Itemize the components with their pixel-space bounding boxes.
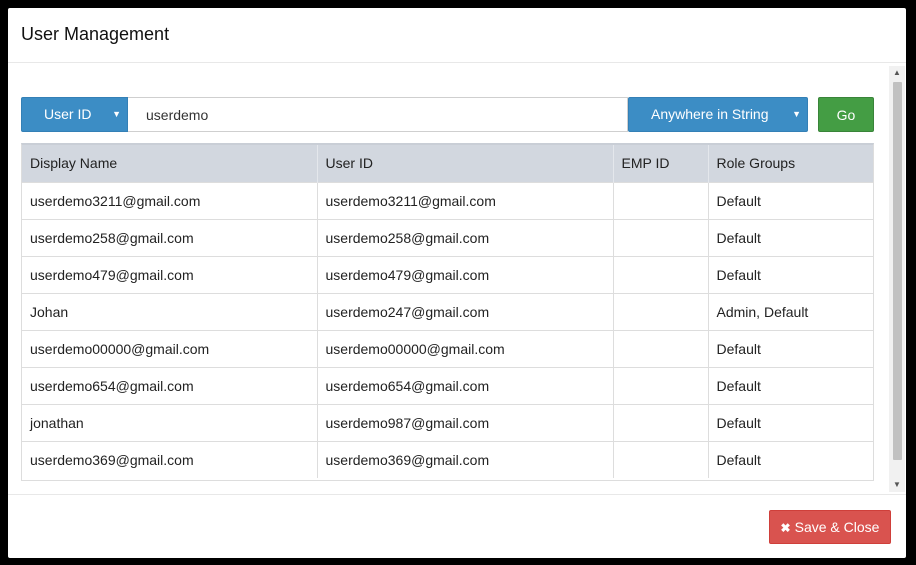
cell-user-id: userdemo369@gmail.com: [317, 440, 614, 478]
cell-role-groups: Default: [708, 329, 873, 367]
caret-down-icon: ▼: [792, 109, 801, 119]
table-row[interactable]: jonathan userdemo987@gmail.com Default: [22, 403, 873, 441]
table-row[interactable]: userdemo369@gmail.com userdemo369@gmail.…: [22, 440, 873, 478]
cell-role-groups: Default: [708, 440, 873, 478]
cell-display-name: Johan: [22, 292, 318, 330]
table-row[interactable]: userdemo479@gmail.com userdemo479@gmail.…: [22, 255, 873, 293]
vertical-scrollbar[interactable]: ▲ ▼: [889, 66, 905, 492]
cell-display-name: userdemo654@gmail.com: [22, 366, 318, 404]
column-header-user-id[interactable]: User ID: [317, 145, 614, 182]
table-row[interactable]: userdemo3211@gmail.com userdemo3211@gmai…: [22, 181, 873, 219]
cell-display-name: userdemo00000@gmail.com: [22, 329, 318, 367]
cell-user-id: userdemo479@gmail.com: [317, 255, 614, 293]
cell-emp-id: [613, 181, 709, 219]
cell-role-groups: Default: [708, 255, 873, 293]
cell-emp-id: [613, 366, 709, 404]
table-row[interactable]: userdemo258@gmail.com userdemo258@gmail.…: [22, 218, 873, 256]
go-button[interactable]: Go: [818, 97, 874, 132]
search-field-label: User ID: [44, 106, 92, 122]
search-bar: User ID ▼ Anywhere in String ▼ Go: [21, 97, 874, 132]
cell-user-id: userdemo258@gmail.com: [317, 218, 614, 256]
scroll-up-arrow-icon[interactable]: ▲: [889, 66, 905, 80]
table-row[interactable]: userdemo00000@gmail.com userdemo00000@gm…: [22, 329, 873, 367]
column-header-display-name[interactable]: Display Name: [22, 145, 318, 182]
cell-emp-id: [613, 292, 709, 330]
cell-user-id: userdemo247@gmail.com: [317, 292, 614, 330]
cell-display-name: userdemo479@gmail.com: [22, 255, 318, 293]
cell-emp-id: [613, 329, 709, 367]
save-close-label: Save & Close: [794, 519, 880, 535]
cell-emp-id: [613, 403, 709, 441]
cell-role-groups: Default: [708, 218, 873, 256]
dialog-footer: ✖ Save & Close: [8, 494, 906, 558]
cell-emp-id: [613, 440, 709, 478]
column-header-role-groups[interactable]: Role Groups: [708, 145, 873, 182]
cell-display-name: userdemo258@gmail.com: [22, 218, 318, 256]
match-mode-label: Anywhere in String: [651, 106, 769, 122]
table-header-row: Display Name User ID EMP ID Role Groups: [22, 145, 873, 182]
column-header-emp-id[interactable]: EMP ID: [613, 145, 709, 182]
save-close-button[interactable]: ✖ Save & Close: [769, 510, 891, 544]
cell-user-id: userdemo00000@gmail.com: [317, 329, 614, 367]
cell-emp-id: [613, 218, 709, 256]
cell-role-groups: Default: [708, 366, 873, 404]
dialog-body: User ID ▼ Anywhere in String ▼ Go Displa…: [8, 64, 906, 494]
cell-user-id: userdemo654@gmail.com: [317, 366, 614, 404]
cell-role-groups: Default: [708, 403, 873, 441]
search-field-dropdown[interactable]: User ID ▼: [21, 97, 128, 132]
dialog-header: User Management: [8, 8, 906, 63]
table-row[interactable]: userdemo654@gmail.com userdemo654@gmail.…: [22, 366, 873, 404]
table-row[interactable]: Johan userdemo247@gmail.com Admin, Defau…: [22, 292, 873, 330]
cell-emp-id: [613, 255, 709, 293]
dialog-title: User Management: [21, 24, 170, 44]
cell-display-name: userdemo3211@gmail.com: [22, 181, 318, 219]
cell-role-groups: Default: [708, 181, 873, 219]
users-table: Display Name User ID EMP ID Role Groups …: [22, 145, 873, 478]
user-management-dialog: User Management User ID ▼ Anywhere in St…: [8, 8, 906, 558]
close-x-icon: ✖: [780, 521, 791, 535]
cell-display-name: userdemo369@gmail.com: [22, 440, 318, 478]
caret-down-icon: ▼: [112, 109, 121, 119]
cell-user-id: userdemo987@gmail.com: [317, 403, 614, 441]
match-mode-dropdown[interactable]: Anywhere in String ▼: [628, 97, 808, 132]
scroll-down-arrow-icon[interactable]: ▼: [889, 478, 905, 492]
cell-user-id: userdemo3211@gmail.com: [317, 181, 614, 219]
search-input[interactable]: [128, 97, 628, 132]
cell-display-name: jonathan: [22, 403, 318, 441]
scrollbar-thumb[interactable]: [893, 82, 902, 460]
cell-role-groups: Admin, Default: [708, 292, 873, 330]
users-table-container: Display Name User ID EMP ID Role Groups …: [21, 143, 874, 481]
